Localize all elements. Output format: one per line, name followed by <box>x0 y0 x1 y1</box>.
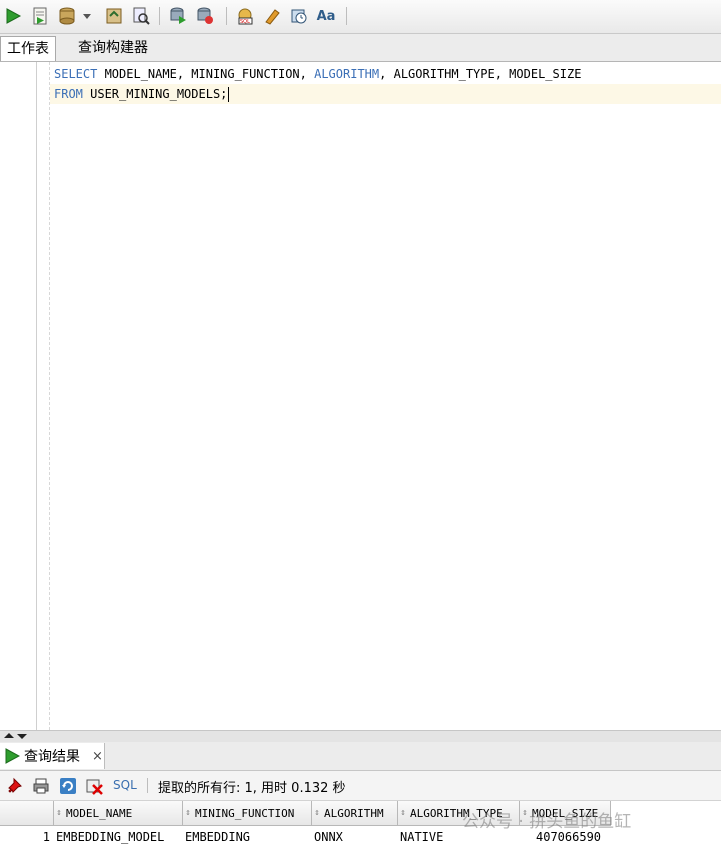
row-number-header <box>0 801 54 826</box>
column-header-model-name[interactable]: ⇕ MODEL_NAME <box>54 801 183 826</box>
code-text: MODEL_NAME, MINING_FUNCTION, <box>97 67 315 81</box>
column-header-algorithm[interactable]: ⇕ ALGORITHM <box>312 801 398 826</box>
worksheet-toolbar: SQL Aa <box>0 0 721 34</box>
run-icon <box>5 748 20 764</box>
column-header-label: ALGORITHM <box>324 806 384 820</box>
commit-icon[interactable] <box>56 5 78 27</box>
code-line-1[interactable]: SELECT MODEL_NAME, MINING_FUNCTION, ALGO… <box>54 67 581 81</box>
table-cell[interactable]: EMBEDDING_MODEL <box>56 826 184 848</box>
table-cell[interactable]: EMBEDDING <box>185 826 311 848</box>
tab-query-result-label: 查询结果 <box>24 749 80 765</box>
format-case-icon[interactable]: Aa <box>315 5 337 27</box>
sort-icon: ⇕ <box>56 808 62 818</box>
fold-gutter <box>49 62 50 730</box>
tab-query-builder-label: 查询构建器 <box>78 40 148 56</box>
collapse-arrows-icon[interactable] <box>2 731 32 741</box>
rollback-icon[interactable] <box>103 5 125 27</box>
clear-icon[interactable] <box>261 5 283 27</box>
tab-worksheet-label: 工作表 <box>7 41 49 57</box>
code-text: , ALGORITHM_TYPE, MODEL_SIZE <box>379 67 582 81</box>
sort-icon: ⇕ <box>400 808 406 818</box>
text-caret <box>228 87 230 102</box>
tab-query-builder[interactable]: 查询构建器 <box>72 36 154 60</box>
format-case-label: Aa <box>316 8 336 24</box>
history-icon[interactable] <box>288 5 310 27</box>
tab-worksheet[interactable]: 工作表 <box>0 36 56 61</box>
results-toolbar: SQL 提取的所有行: 1, 用时 0.132 秒 <box>0 771 721 801</box>
pin-icon[interactable] <box>5 775 27 797</box>
editor-tabs: 工作表 查询构建器 <box>0 34 721 62</box>
sql-worksheet-icon[interactable]: SQL <box>234 5 256 27</box>
svg-text:SQL: SQL <box>240 19 250 25</box>
refresh-icon[interactable] <box>57 775 79 797</box>
code-line-2[interactable]: FROM USER_MINING_MODELS; <box>54 87 230 102</box>
column-header-label: MINING_FUNCTION <box>195 806 295 820</box>
sql-editor[interactable]: SELECT MODEL_NAME, MINING_FUNCTION, ALGO… <box>0 62 721 730</box>
tab-query-result[interactable]: 查询结果 × <box>0 743 105 769</box>
chevron-down-icon[interactable] <box>80 5 94 27</box>
keyword: ALGORITHM <box>314 67 380 81</box>
sql-tuning-icon[interactable] <box>194 5 216 27</box>
sql-button[interactable]: SQL <box>113 778 137 792</box>
close-icon[interactable]: × <box>92 749 103 764</box>
autotrace-icon[interactable] <box>167 5 189 27</box>
delete-icon[interactable] <box>84 775 106 797</box>
fetch-status: 提取的所有行: 1, 用时 0.132 秒 <box>158 781 346 796</box>
print-icon[interactable] <box>30 775 52 797</box>
run-script-icon[interactable] <box>29 5 51 27</box>
column-header-label: MODEL_NAME <box>66 806 133 820</box>
results-tabs: 查询结果 × <box>0 742 721 771</box>
sort-icon: ⇕ <box>185 808 191 818</box>
sort-icon: ⇕ <box>314 808 320 818</box>
column-header-mining-function[interactable]: ⇕ MINING_FUNCTION <box>183 801 312 826</box>
keyword: SELECT <box>54 67 98 81</box>
code-text: USER_MINING_MODELS; <box>82 87 228 101</box>
explain-plan-icon[interactable] <box>130 5 152 27</box>
run-statement-icon[interactable] <box>2 5 24 27</box>
watermark: 公众号 · 拼头鱼的鱼缸 <box>462 812 632 832</box>
row-number: 1 <box>42 830 50 844</box>
keyword: FROM <box>54 87 83 101</box>
table-cell[interactable]: ONNX <box>314 826 397 848</box>
line-gutter <box>36 62 37 730</box>
